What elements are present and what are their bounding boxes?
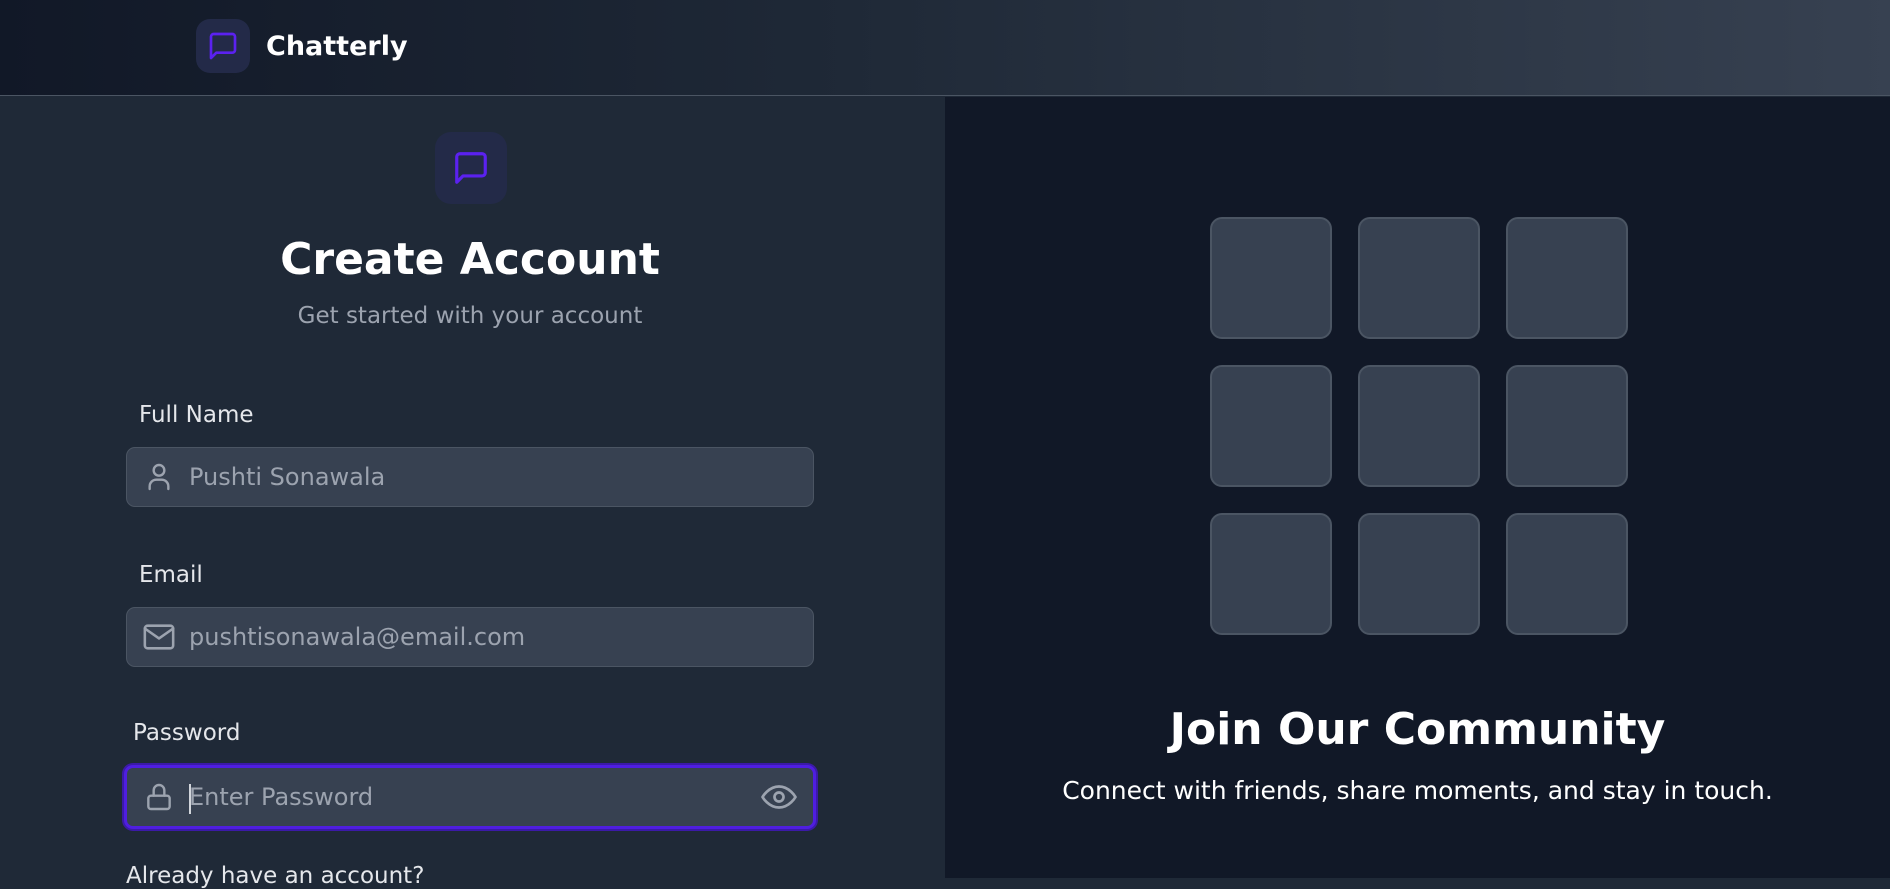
signup-panel: Create Account Get started with your acc…: [0, 97, 945, 889]
email-input-box[interactable]: [126, 607, 814, 667]
form-subtitle: Get started with your account: [297, 303, 643, 329]
password-label: Password: [133, 720, 241, 746]
form-title: Create Account: [280, 234, 660, 285]
brand-name: Chatterly: [266, 30, 408, 62]
grid-tile: [1210, 365, 1332, 487]
full-name-input[interactable]: [189, 448, 753, 506]
grid-tile: [1210, 217, 1332, 339]
grid-tile: [1506, 365, 1628, 487]
chat-bubble-icon: [455, 152, 487, 184]
lock-icon: [141, 779, 177, 815]
grid-tile: [1358, 217, 1480, 339]
tile-grid: [1210, 217, 1628, 635]
password-input-box[interactable]: [124, 765, 816, 829]
brand[interactable]: Chatterly: [196, 19, 408, 73]
chat-bubble-icon: [209, 32, 237, 60]
full-name-input-box[interactable]: [126, 447, 814, 507]
email-input[interactable]: [189, 608, 753, 666]
email-label: Email: [139, 562, 203, 588]
community-title: Join Our Community: [1169, 704, 1666, 755]
community-panel: Join Our Community Connect with friends,…: [945, 97, 1890, 878]
grid-tile: [1506, 513, 1628, 635]
brand-logo: [196, 19, 250, 73]
signin-prompt: Already have an account?: [126, 863, 425, 889]
mail-icon: [141, 619, 177, 655]
password-input[interactable]: [189, 768, 753, 826]
form-logo: [435, 132, 507, 204]
grid-tile: [1358, 365, 1480, 487]
user-icon: [141, 459, 177, 495]
top-navbar: Chatterly: [0, 0, 1890, 96]
grid-tile: [1358, 513, 1480, 635]
community-text: Connect with friends, share moments, and…: [1062, 776, 1773, 805]
grid-tile: [1506, 217, 1628, 339]
grid-tile: [1210, 513, 1332, 635]
full-name-label: Full Name: [139, 402, 254, 428]
eye-icon[interactable]: [759, 777, 799, 817]
